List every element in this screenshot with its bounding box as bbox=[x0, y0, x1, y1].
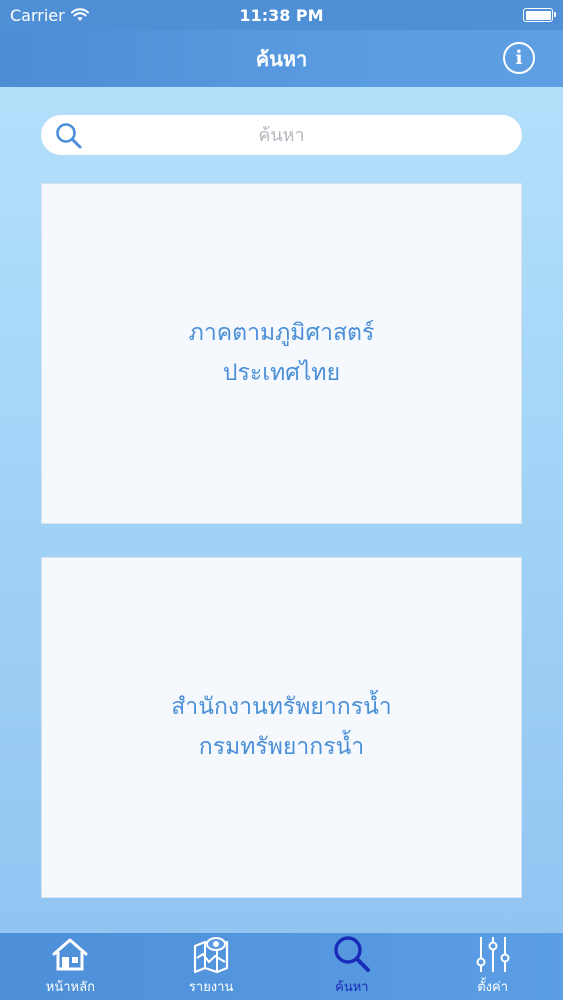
tab-search[interactable]: ค้นหา bbox=[282, 933, 423, 1000]
sliders-icon bbox=[476, 937, 510, 972]
tab-label: หน้าหลัก bbox=[45, 980, 95, 995]
tab-settings[interactable]: ตั้งค่า bbox=[422, 933, 563, 1000]
search-bar[interactable] bbox=[41, 115, 522, 155]
status-time: 11:38 PM bbox=[239, 5, 324, 25]
tab-label: รายงาน bbox=[188, 980, 234, 995]
tab-home[interactable]: หน้าหลัก bbox=[0, 933, 141, 1000]
info-icon: i bbox=[515, 47, 523, 69]
home-icon bbox=[52, 938, 88, 971]
search-input[interactable] bbox=[41, 115, 522, 155]
status-left: Carrier bbox=[10, 6, 190, 25]
water-resources-office-card[interactable]: สำนักงานทรัพยากรน้ำ กรมทรัพยากรน้ำ bbox=[41, 557, 522, 898]
search-icon bbox=[334, 936, 370, 972]
search-icon bbox=[56, 123, 82, 149]
battery-icon bbox=[523, 8, 556, 22]
region-geography-card[interactable]: ภาคตามภูมิศาสตร์ ประเทศไทย bbox=[41, 183, 522, 524]
status-right bbox=[373, 8, 556, 22]
tab-bar: หน้าหลัก รายงาน ค้นหา ตั้งค่า bbox=[0, 933, 563, 1000]
card-subtitle: กรมทรัพยากรน้ำ bbox=[198, 733, 365, 760]
tab-label: ตั้งค่า bbox=[477, 980, 509, 995]
card-title: ภาคตามภูมิศาสตร์ bbox=[188, 320, 375, 347]
page-title: ค้นหา bbox=[255, 46, 308, 71]
nav-bar: ค้นหา i bbox=[0, 30, 563, 87]
card-subtitle: ประเทศไทย bbox=[222, 359, 341, 386]
wifi-icon bbox=[70, 8, 89, 21]
tab-label: ค้นหา bbox=[335, 980, 369, 995]
info-button[interactable]: i bbox=[503, 42, 535, 74]
status-bar: Carrier 11:38 PM bbox=[0, 0, 563, 30]
card-title: สำนักงานทรัพยากรน้ำ bbox=[171, 694, 392, 721]
map-report-icon bbox=[194, 937, 229, 974]
tab-report[interactable]: รายงาน bbox=[141, 933, 282, 1000]
carrier-label: Carrier bbox=[10, 5, 65, 25]
